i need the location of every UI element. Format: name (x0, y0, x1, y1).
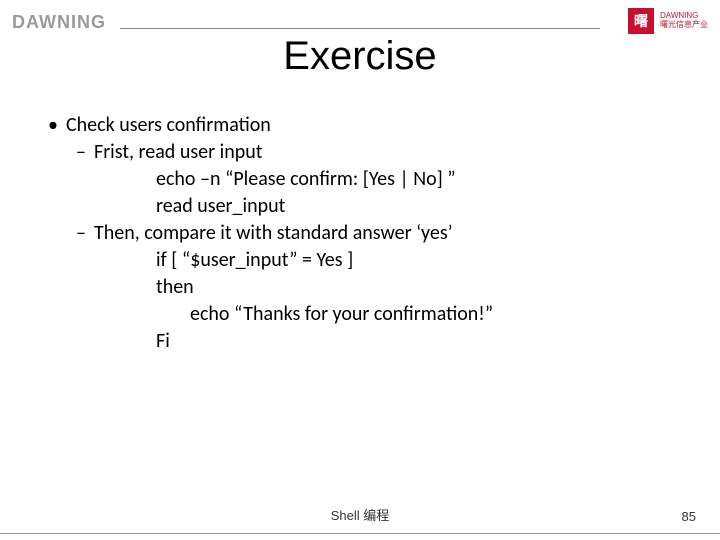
brand-right-caption: DAWNING 曙光信息产业 (660, 12, 708, 30)
footer-divider (0, 533, 720, 534)
code-line: then (38, 274, 690, 301)
header-divider (120, 28, 600, 29)
code-line-indented: echo “Thanks for your confirmation!” (38, 301, 690, 328)
code-line: echo –n “Please confirm: [Yes | No] ” (38, 166, 690, 193)
code-line: read user_input (38, 193, 690, 220)
slide: DAWNING 曙 DAWNING 曙光信息产业 Exercise Check … (0, 0, 720, 540)
brand-left-logo: DAWNING (12, 12, 106, 33)
bullet-level-2: Frist, read user input (38, 139, 690, 166)
brand-right-logo: 曙 DAWNING 曙光信息产业 (628, 8, 708, 34)
brand-right-icon: 曙 (628, 8, 654, 34)
brand-right-caption-line2: 曙光信息产业 (660, 21, 708, 30)
bullet-level-2: Then, compare it with standard answer ‘y… (38, 220, 690, 247)
slide-title: Exercise (0, 34, 720, 79)
slide-content: Check users confirmation Frist, read use… (38, 112, 690, 355)
bullet-level-1: Check users confirmation (38, 112, 690, 139)
page-number: 85 (682, 509, 696, 524)
code-line: Fi (38, 328, 690, 355)
footer-center-text: Shell 编程 (0, 505, 720, 524)
code-line: if [ “$user_input” = Yes ] (38, 247, 690, 274)
